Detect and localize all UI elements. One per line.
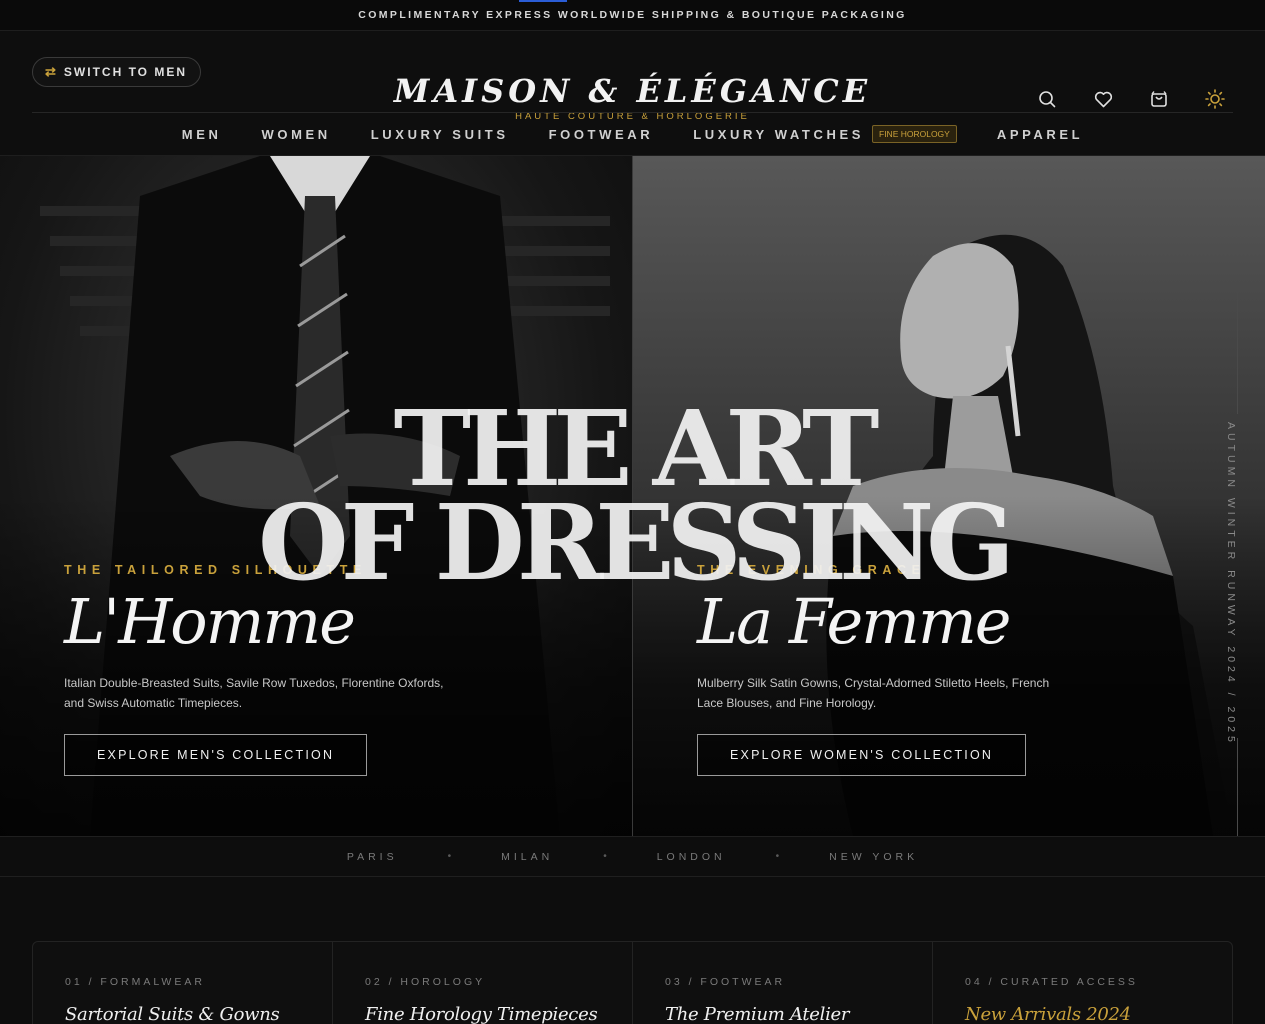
- city-milan: MILAN: [501, 850, 554, 863]
- explore-men-button[interactable]: EXPLORE MEN'S COLLECTION: [64, 734, 368, 776]
- nav-item-women[interactable]: WOMEN: [261, 127, 330, 142]
- city-paris: PARIS: [346, 850, 398, 863]
- vertical-rule-bottom: [1237, 738, 1238, 836]
- nav-item-luxury-suits[interactable]: LUXURY SUITS: [371, 127, 509, 142]
- runway-vertical-label: AUTUMN WINTER RUNWAY 2024 / 2025: [1225, 286, 1245, 836]
- nav-item-men[interactable]: MEN: [182, 127, 222, 142]
- card-title: Fine Horology Timepieces: [365, 1004, 598, 1024]
- men-description: Italian Double-Breasted Suits, Savile Ro…: [64, 676, 444, 710]
- vertical-rule-top: [1237, 286, 1238, 414]
- category-card-curated-access[interactable]: 04 / CURATED ACCESS New Arrivals 2024: [933, 942, 1232, 1024]
- card-number: 03 / FOOTWEAR: [665, 976, 786, 988]
- scroll-indicator: [519, 0, 567, 2]
- card-number: 01 / FORMALWEAR: [65, 976, 205, 988]
- header-actions: [1037, 89, 1225, 109]
- card-number: 04 / CURATED ACCESS: [965, 976, 1138, 988]
- nav-label: LUXURY SUITS: [370, 126, 509, 142]
- category-section: 01 / FORMALWEAR Sartorial Suits & Gowns …: [0, 877, 1265, 1024]
- explore-women-button[interactable]: EXPLORE WOMEN'S COLLECTION: [697, 734, 1027, 776]
- nav-label: MEN: [181, 126, 222, 142]
- nav-item-apparel[interactable]: APPAREL: [997, 127, 1083, 142]
- hero-headline: THE ART OF DRESSING: [0, 397, 1265, 604]
- site-header: ⇄ SWITCH TO MEN MAISON & ÉLÉGANCE HAUTE …: [0, 31, 1265, 122]
- category-card-formalwear[interactable]: 01 / FORMALWEAR Sartorial Suits & Gowns: [33, 942, 333, 1024]
- category-cards: 01 / FORMALWEAR Sartorial Suits & Gowns …: [32, 941, 1233, 1024]
- city-new-york: NEW YORK: [829, 850, 919, 863]
- card-title: New Arrivals 2024: [965, 1004, 1131, 1024]
- cities-strip: PARIS • MILAN • LONDON • NEW YORK: [0, 836, 1265, 877]
- search-icon[interactable]: [1037, 89, 1057, 109]
- announcement-text: COMPLIMENTARY EXPRESS WORLDWIDE SHIPPING…: [358, 9, 907, 21]
- separator-dot: •: [447, 851, 452, 862]
- runway-text: AUTUMN WINTER RUNWAY 2024 / 2025: [1225, 422, 1237, 746]
- sun-icon[interactable]: [1205, 89, 1225, 109]
- fine-horology-badge: FINE HOROLOGY: [872, 125, 957, 143]
- header-divider: [32, 112, 1233, 113]
- women-description: Mulberry Silk Satin Gowns, Crystal-Adorn…: [697, 676, 1050, 710]
- nav-label: LUXURY WATCHES: [693, 126, 864, 142]
- separator-dot: •: [775, 851, 780, 862]
- nav-item-luxury-watches[interactable]: LUXURY WATCHES FINE HOROLOGY: [693, 125, 957, 143]
- nav-item-footwear[interactable]: FOOTWEAR: [549, 127, 654, 142]
- heart-icon[interactable]: [1093, 89, 1113, 109]
- nav-label: WOMEN: [261, 126, 331, 142]
- card-number: 02 / HOROLOGY: [365, 976, 486, 988]
- nav-label: FOOTWEAR: [548, 126, 654, 142]
- category-card-horology[interactable]: 02 / HOROLOGY Fine Horology Timepieces: [333, 942, 633, 1024]
- separator-dot: •: [603, 851, 607, 862]
- hero-headline-line2: OF DRESSING: [258, 481, 1015, 604]
- nav-label: APPAREL: [996, 126, 1084, 142]
- card-title: Sartorial Suits & Gowns: [65, 1004, 280, 1024]
- announcement-bar: COMPLIMENTARY EXPRESS WORLDWIDE SHIPPING…: [0, 0, 1265, 31]
- city-london: LONDON: [656, 850, 726, 863]
- hero-section: THE TAILORED SILHOUETTE L'Homme Italian …: [0, 156, 1265, 836]
- bag-icon[interactable]: [1149, 89, 1169, 109]
- category-card-footwear[interactable]: 03 / FOOTWEAR The Premium Atelier: [633, 942, 933, 1024]
- card-title: The Premium Atelier: [665, 1004, 850, 1024]
